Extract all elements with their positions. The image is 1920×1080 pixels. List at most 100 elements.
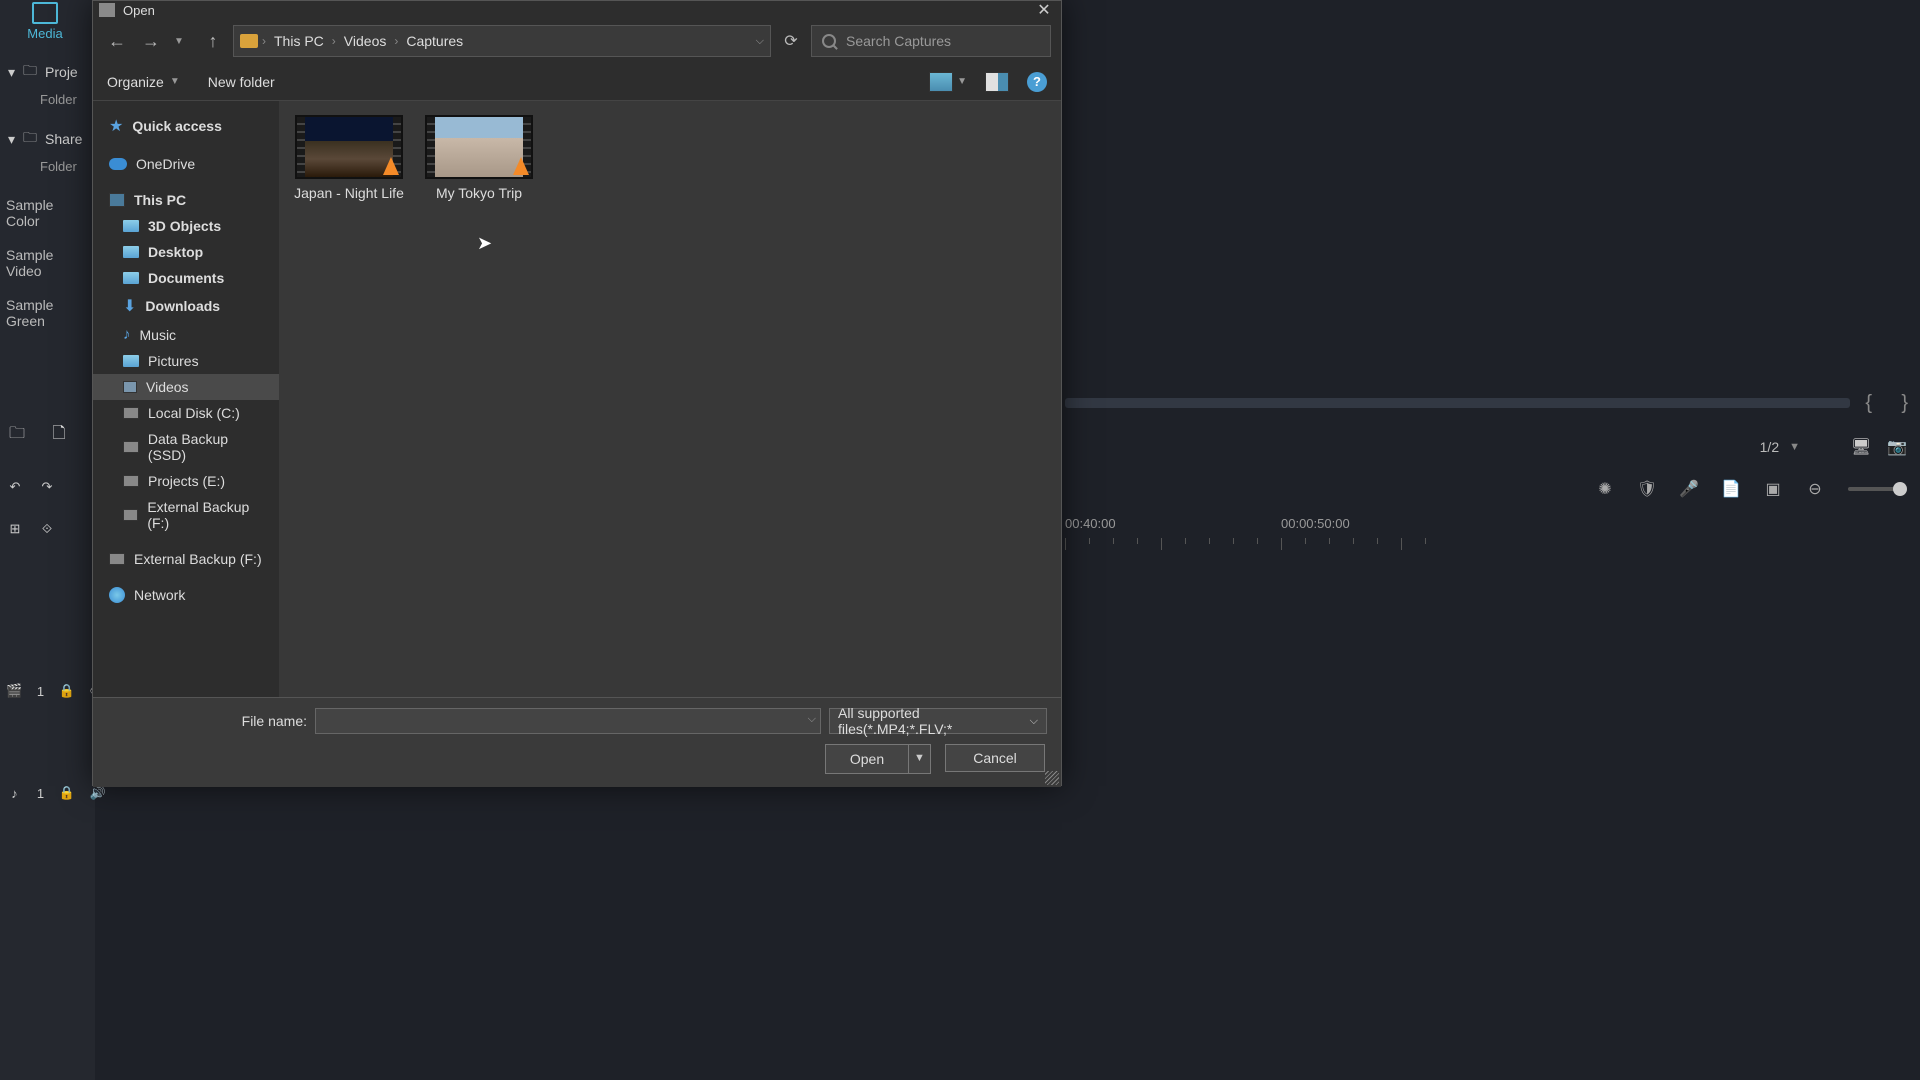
tree-documents[interactable]: Documents bbox=[93, 265, 279, 291]
open-button-label: Open bbox=[850, 751, 884, 767]
layout-icon[interactable]: ⊞ bbox=[6, 520, 24, 538]
tree-3d-objects[interactable]: 3D Objects bbox=[93, 213, 279, 239]
file-item-japan-night-life[interactable]: Japan - Night Life bbox=[293, 115, 405, 201]
tree-desktop[interactable]: Desktop bbox=[93, 239, 279, 265]
tree-label: Network bbox=[134, 587, 185, 603]
capture-icon[interactable]: 📷 bbox=[1888, 438, 1906, 456]
media-tab[interactable]: Media bbox=[20, 0, 70, 41]
folder-icon bbox=[123, 246, 139, 258]
tree-data-backup[interactable]: Data Backup (SSD) bbox=[93, 426, 279, 468]
lock-icon-2[interactable]: 🔒 bbox=[58, 784, 75, 802]
folder-icon bbox=[123, 272, 139, 284]
navigation-tree: ★Quick access OneDrive This PC 3D Object… bbox=[93, 101, 279, 697]
monitor-icon[interactable]: 🖥 bbox=[1852, 438, 1870, 456]
tree-label: External Backup (F:) bbox=[147, 499, 269, 531]
tree-label: Pictures bbox=[148, 353, 199, 369]
tree-external-f2[interactable]: External Backup (F:) bbox=[93, 546, 279, 572]
media-icon bbox=[32, 2, 58, 24]
tree-quick-access[interactable]: ★Quick access bbox=[93, 111, 279, 141]
path-dropdown-icon[interactable]: ⌵ bbox=[756, 35, 764, 48]
zoom-out-icon[interactable]: ⊖ bbox=[1806, 480, 1824, 498]
forward-button[interactable]: → bbox=[137, 27, 165, 55]
sample-colors[interactable]: Sample Color bbox=[0, 188, 95, 238]
chevron-down-icon: ⌵ bbox=[1030, 715, 1038, 728]
shield-icon[interactable]: 🛡 bbox=[1638, 480, 1656, 498]
view-mode-menu[interactable]: ▼ bbox=[929, 72, 967, 92]
tree-label: Data Backup (SSD) bbox=[148, 431, 269, 463]
open-button[interactable]: Open bbox=[826, 745, 908, 773]
help-button[interactable]: ? bbox=[1027, 72, 1047, 92]
ruler-time-50: 00:00:50:00 bbox=[1281, 516, 1350, 531]
tree-onedrive[interactable]: OneDrive bbox=[93, 151, 279, 177]
address-bar[interactable]: › This PC › Videos › Captures ⌵ bbox=[233, 25, 771, 57]
tree-external-f1[interactable]: External Backup (F:) bbox=[93, 494, 279, 536]
up-button[interactable]: ↑ bbox=[199, 27, 227, 55]
lock-icon[interactable]: 🔒 bbox=[58, 682, 75, 700]
tree-music[interactable]: ♪Music bbox=[93, 321, 279, 348]
tree-network[interactable]: Network bbox=[93, 582, 279, 608]
project-label: Proje bbox=[45, 64, 78, 80]
file-item-my-tokyo-trip[interactable]: My Tokyo Trip bbox=[423, 115, 535, 201]
open-dropdown[interactable]: ▼ bbox=[908, 745, 930, 773]
back-button[interactable]: ← bbox=[103, 27, 131, 55]
refresh-button[interactable]: ⟳ bbox=[777, 27, 805, 55]
tree-toggle-shared[interactable]: ▾ 🗀 Share bbox=[0, 121, 95, 157]
file-list-area[interactable]: Japan - Night Life My Tokyo Trip ➤ bbox=[279, 101, 1061, 697]
ruler-ticks bbox=[1065, 538, 1920, 556]
sample-green[interactable]: Sample Green bbox=[0, 288, 95, 338]
new-folder-button[interactable]: New folder bbox=[208, 74, 275, 90]
tree-pictures[interactable]: Pictures bbox=[93, 348, 279, 374]
dialog-app-icon bbox=[99, 3, 115, 17]
chevron-right-icon: › bbox=[262, 34, 266, 48]
tree-local-disk-c[interactable]: Local Disk (C:) bbox=[93, 400, 279, 426]
tree-projects-e[interactable]: Projects (E:) bbox=[93, 468, 279, 494]
folder-icon bbox=[123, 220, 139, 232]
tree-toggle-project[interactable]: ▾ 🗀 Proje bbox=[0, 54, 95, 90]
tree-downloads[interactable]: ⬇Downloads bbox=[93, 291, 279, 321]
link-icon[interactable]: ⟐ bbox=[38, 520, 56, 538]
vlc-icon bbox=[513, 157, 529, 175]
timeline-ruler[interactable]: 00:40:00 00:00:50:00 bbox=[1065, 516, 1920, 546]
star-icon: ★ bbox=[109, 116, 123, 136]
breadcrumb-videos[interactable]: Videos bbox=[340, 33, 391, 49]
search-input[interactable]: Search Captures bbox=[811, 25, 1051, 57]
chevron-down-icon[interactable]: ⌵ bbox=[808, 713, 816, 726]
file-name-input[interactable]: ⌵ bbox=[315, 708, 821, 734]
close-button[interactable]: ✕ bbox=[1033, 2, 1055, 18]
brace-left-icon[interactable]: { bbox=[1865, 392, 1872, 415]
redo-icon[interactable]: ↷ bbox=[38, 478, 56, 496]
brace-right-icon[interactable]: } bbox=[1901, 392, 1908, 415]
notes-icon[interactable]: 📄 bbox=[1722, 480, 1740, 498]
preview-scrubber[interactable] bbox=[1065, 398, 1850, 408]
settings-icon[interactable]: ✺ bbox=[1596, 480, 1614, 498]
cancel-button[interactable]: Cancel bbox=[945, 744, 1045, 772]
organize-menu[interactable]: Organize ▼ bbox=[107, 74, 180, 90]
history-dropdown[interactable]: ▼ bbox=[165, 27, 193, 55]
chevron-down-icon: ▼ bbox=[957, 76, 967, 87]
search-placeholder: Search Captures bbox=[846, 33, 951, 49]
tree-this-pc[interactable]: This PC bbox=[93, 187, 279, 213]
sample-videos[interactable]: Sample Video bbox=[0, 238, 95, 288]
tree-label: Projects (E:) bbox=[148, 473, 225, 489]
video-track-icon: 🎬 bbox=[6, 682, 23, 700]
organize-label: Organize bbox=[107, 74, 164, 90]
download-icon: ⬇ bbox=[123, 296, 136, 316]
mic-icon[interactable]: 🎤 bbox=[1680, 480, 1698, 498]
chevron-right-icon: › bbox=[394, 34, 398, 48]
import-file-icon[interactable]: 🗋 bbox=[50, 426, 68, 444]
zoom-slider[interactable] bbox=[1848, 487, 1906, 491]
breadcrumb-captures[interactable]: Captures bbox=[402, 33, 467, 49]
box-icon[interactable]: ▣ bbox=[1764, 480, 1782, 498]
folder-icon bbox=[240, 34, 258, 48]
file-name: My Tokyo Trip bbox=[423, 185, 535, 201]
import-folder-icon[interactable]: 🗀 bbox=[8, 426, 26, 444]
resize-grip[interactable] bbox=[1045, 771, 1059, 785]
tree-videos[interactable]: Videos bbox=[93, 374, 279, 400]
breadcrumb-this-pc[interactable]: This PC bbox=[270, 33, 328, 49]
preview-pane-button[interactable] bbox=[985, 72, 1009, 92]
audio-track-num: 1 bbox=[37, 786, 44, 801]
videos-icon bbox=[123, 381, 137, 393]
file-type-filter[interactable]: All supported files(*.MP4;*.FLV;* ⌵ bbox=[829, 708, 1047, 734]
undo-icon[interactable]: ↶ bbox=[6, 478, 24, 496]
preview-scale[interactable]: 1/2 ▼ bbox=[1760, 430, 1800, 464]
